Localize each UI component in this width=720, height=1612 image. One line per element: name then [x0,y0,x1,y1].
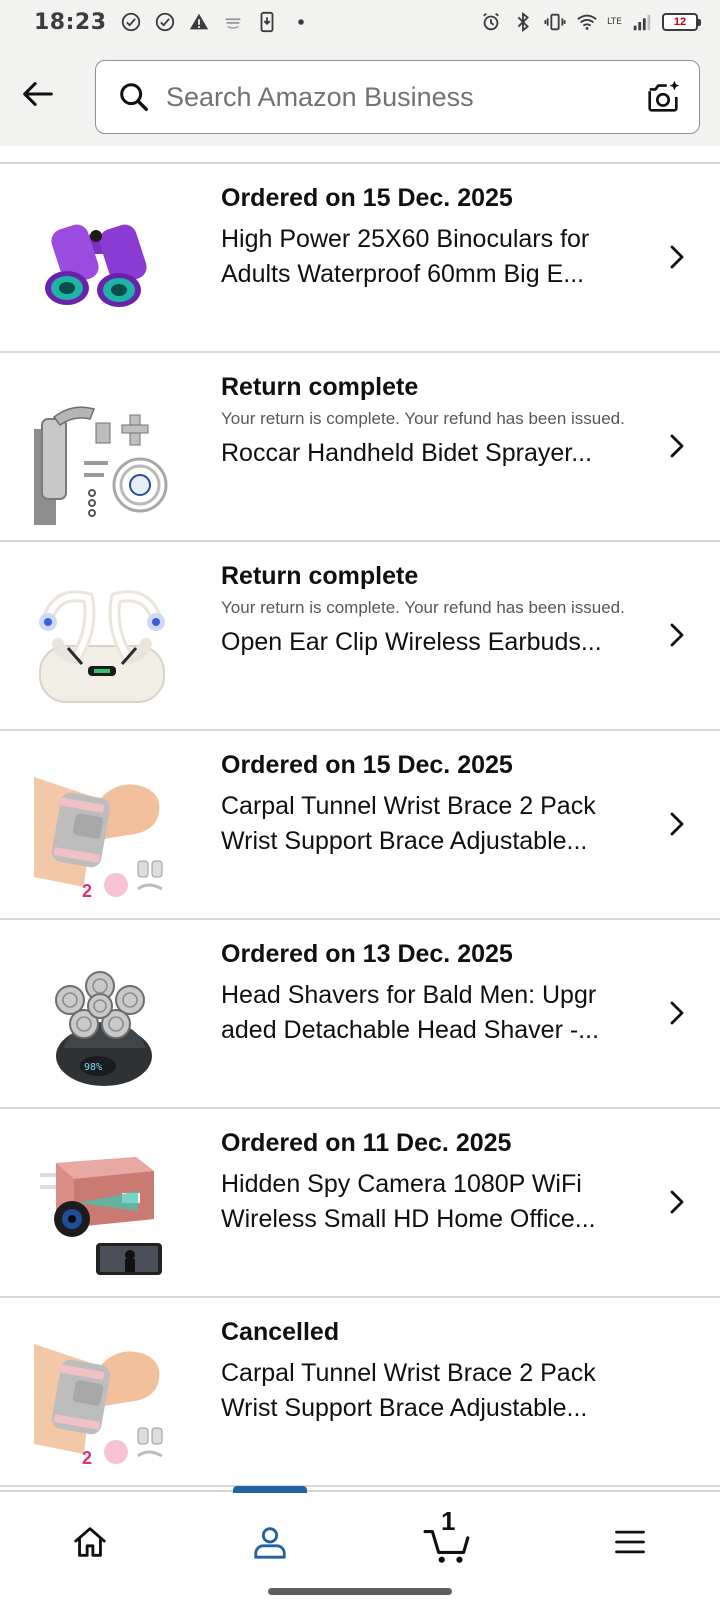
chevron-right-icon [670,623,684,647]
order-info: Ordered on 13 Dec. 2025 Head Shavers for… [221,938,641,1048]
svg-text:2: 2 [82,1448,92,1468]
warning-icon [187,10,211,34]
wrist-brace-image: 2 [34,767,170,903]
status-bar: 18:23 LTE 12 [0,0,720,44]
order-status: Ordered on 11 Dec. 2025 [221,1129,512,1157]
order-row[interactable]: Return complete Your return is complete.… [0,353,720,542]
search-bar[interactable]: Search Amazon Business [95,60,700,134]
order-row[interactable]: Ordered on 15 Dec. 2025 High Power 25X60… [0,164,720,353]
home-icon[interactable] [60,1512,120,1572]
cart-count-badge: 1 [441,1506,456,1536]
product-title: Open Ear Clip Wireless Earbuds... [221,628,602,656]
back-arrow-icon [23,82,53,106]
product-title: Head Shavers for Bald Men: Upgr aded Det… [221,981,600,1044]
order-row[interactable]: 98% Ordered on 13 Dec. 2025 Head Shavers… [0,920,720,1109]
app-header: Search Amazon Business [0,44,720,146]
order-row[interactable]: 2 Ordered on 15 Dec. 2025 Carpal Tunnel … [0,731,720,920]
active-tab-indicator [233,1486,307,1493]
order-info: Ordered on 15 Dec. 2025 High Power 25X60… [221,182,641,292]
menu-icon[interactable] [600,1512,660,1572]
order-row[interactable]: Ordered on 11 Dec. 2025 Hidden Spy Camer… [0,1109,720,1298]
svg-text:2: 2 [82,881,92,901]
alarm-icon [479,10,503,34]
download-icon [255,10,279,34]
order-list: Ordered on 15 Dec. 2025 High Power 25X60… [0,162,720,1487]
order-info: Return complete Your return is complete.… [221,560,641,660]
order-status: Return complete [221,562,419,590]
return-message: Your return is complete. Your refund has… [221,409,625,428]
search-icon [116,79,152,115]
order-info: Return complete Your return is complete.… [221,371,641,471]
order-row[interactable]: 2 Cancelled Carpal Tunnel Wrist Brace 2 … [0,1298,720,1487]
system-icons: LTE 12 [479,10,701,34]
product-title: Roccar Handheld Bidet Sprayer... [221,439,593,467]
check-circle-icon [153,10,177,34]
order-row[interactable]: Return complete Your return is complete.… [0,542,720,731]
chevron-right-icon [670,812,684,836]
wifi-icon [575,10,599,34]
camera-search-icon[interactable] [643,77,683,117]
order-info: Cancelled Carpal Tunnel Wrist Brace 2 Pa… [221,1316,641,1426]
order-status: Return complete [221,373,419,401]
lte-label: LTE [607,16,622,27]
vibrate-icon [543,10,567,34]
bidet-sprayer-image [34,389,170,525]
dot-icon [289,10,313,34]
order-status: Ordered on 15 Dec. 2025 [221,184,513,212]
product-title: Carpal Tunnel Wrist Brace 2 Pack Wrist S… [221,792,596,855]
notification-icons [119,10,313,34]
order-status: Ordered on 15 Dec. 2025 [221,751,513,779]
bluetooth-icon [511,10,535,34]
back-button[interactable] [18,74,58,114]
wrist-brace-image: 2 [34,1334,170,1470]
chevron-right-icon [670,1190,684,1214]
return-message: Your return is complete. Your refund has… [221,598,625,617]
search-input[interactable]: Search Amazon Business [166,82,643,113]
head-shaver-image: 98% [34,956,170,1092]
chevron-right-icon [670,434,684,458]
earbuds-image [34,578,170,714]
amazon-business-icon [221,10,245,34]
gesture-handle[interactable] [268,1588,452,1595]
signal-icon [630,10,654,34]
status-time: 18:23 [34,9,107,35]
binoculars-image [34,200,170,336]
order-info: Ordered on 15 Dec. 2025 Carpal Tunnel Wr… [221,749,641,859]
product-title: Carpal Tunnel Wrist Brace 2 Pack Wrist S… [221,1359,596,1422]
order-status: Cancelled [221,1318,340,1346]
product-title: Hidden Spy Camera 1080P WiFi Wireless Sm… [221,1170,596,1233]
spy-camera-image [34,1145,170,1281]
product-title: High Power 25X60 Binoculars for Adults W… [221,225,590,288]
account-icon[interactable] [240,1512,300,1572]
chevron-right-icon [670,245,684,269]
svg-text:98%: 98% [84,1062,102,1073]
check-circle-icon [119,10,143,34]
chevron-right-icon [670,1001,684,1025]
order-info: Ordered on 11 Dec. 2025 Hidden Spy Camer… [221,1127,641,1237]
battery-icon: 12 [662,13,701,31]
order-status: Ordered on 13 Dec. 2025 [221,940,513,968]
